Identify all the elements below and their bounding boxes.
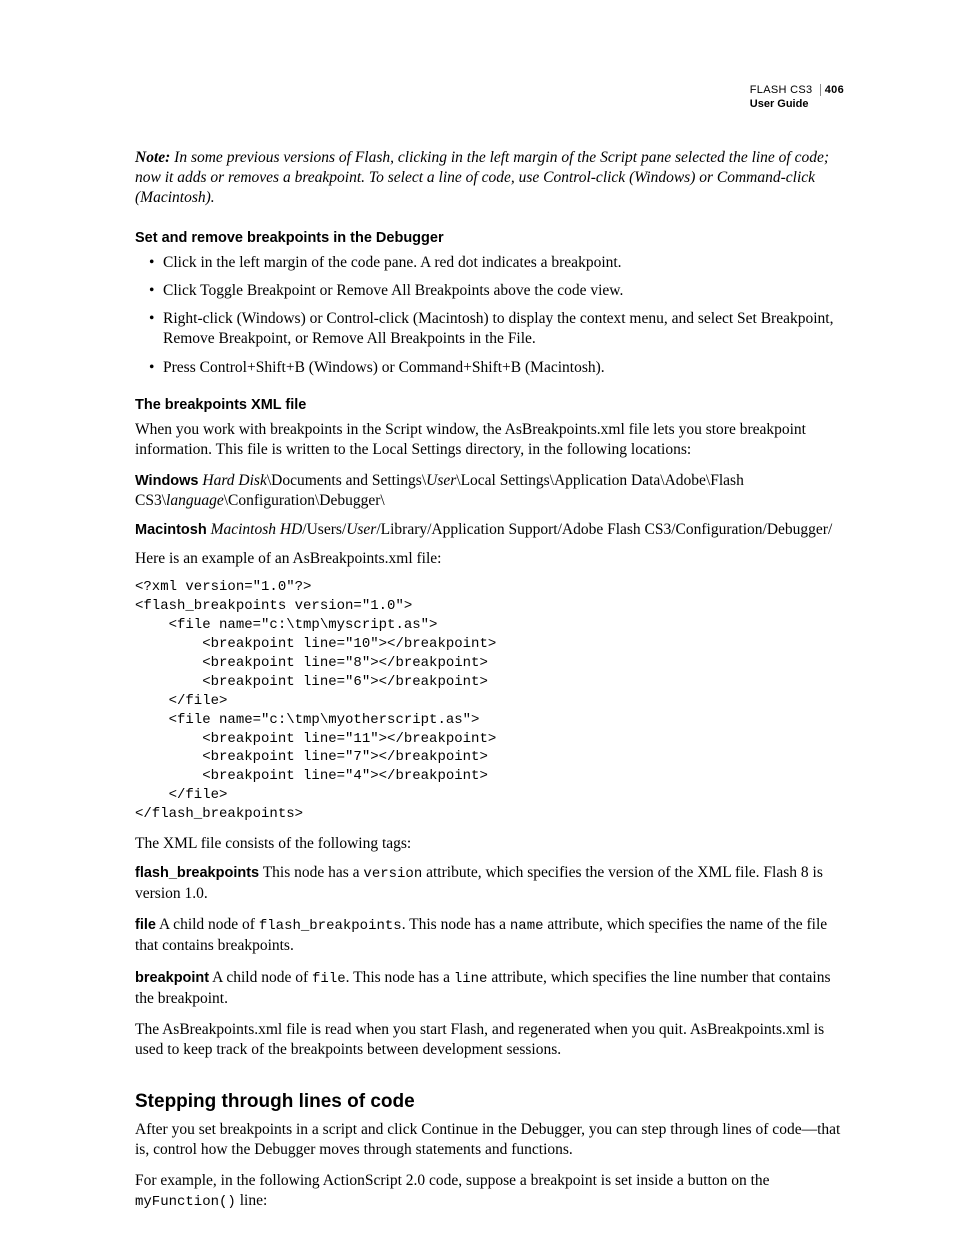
user-placeholder: User [346,521,376,538]
stepping-example: For example, in the following ActionScri… [135,1171,844,1212]
text: . This node has a [402,916,510,933]
example-intro: Here is an example of an AsBreakpoints.x… [135,549,844,569]
product-name: FLASH CS3 [750,84,813,96]
guide-label: User Guide [750,98,844,112]
text: . This node has a [346,969,454,986]
text: A child node of [209,969,312,986]
code-inline: name [510,918,544,934]
term: file [135,917,156,933]
code-inline: file [312,971,346,987]
page-header: FLASH CS3 406 User Guide [750,84,844,112]
path-text: /Users/ [302,521,346,538]
stepping-intro: After you set breakpoints in a script an… [135,1120,844,1160]
consists-text: The XML file consists of the following t… [135,834,844,854]
list-item: Click Toggle Breakpoint or Remove All Br… [149,281,844,301]
term: breakpoint [135,970,209,986]
code-inline: myFunction() [135,1194,236,1210]
code-block: <?xml version="1.0"?> <flash_breakpoints… [135,578,844,824]
note-text: In some previous versions of Flash, clic… [135,149,829,206]
note-paragraph: Note: In some previous versions of Flash… [135,148,844,207]
page-number: 406 [820,84,844,96]
list-item: Right-click (Windows) or Control-click (… [149,309,844,349]
heading-set-remove: Set and remove breakpoints in the Debugg… [135,229,844,248]
path-text: \Configuration\Debugger\ [224,492,385,509]
read-regenerate: The AsBreakpoints.xml file is read when … [135,1020,844,1060]
bullet-list: Click in the left margin of the code pan… [135,253,844,378]
xml-intro: When you work with breakpoints in the Sc… [135,420,844,460]
language-placeholder: language [166,492,224,509]
list-item: Click in the left margin of the code pan… [149,253,844,273]
windows-label: Windows [135,473,199,489]
macintosh-label: Macintosh [135,522,207,538]
page-content: Note: In some previous versions of Flash… [135,86,844,1212]
heading-xml-file: The breakpoints XML file [135,396,844,415]
code-inline: version [363,866,422,882]
path-text: \Documents and Settings\ [267,472,426,489]
text: A child node of [156,916,259,933]
user-placeholder: User [426,472,456,489]
text: line: [236,1192,267,1209]
code-inline: line [454,971,488,987]
note-label: Note: [135,149,170,166]
file-node-desc: file A child node of flash_breakpoints. … [135,915,844,956]
text: For example, in the following ActionScri… [135,1172,770,1189]
heading-stepping: Stepping through lines of code [135,1090,844,1114]
text: This node has a [259,864,363,881]
term: flash_breakpoints [135,865,259,881]
code-inline: flash_breakpoints [259,918,402,934]
path-text: /Library/Application Support/Adobe Flash… [376,521,832,538]
mac-hd: Macintosh HD [211,521,303,538]
flash-breakpoints-desc: flash_breakpoints This node has a versio… [135,863,844,904]
breakpoint-node-desc: breakpoint A child node of file. This no… [135,968,844,1009]
hard-disk: Hard Disk [202,472,266,489]
list-item: Press Control+Shift+B (Windows) or Comma… [149,358,844,378]
macintosh-path: Macintosh Macintosh HD/Users/User/Librar… [135,520,844,540]
windows-path: Windows Hard Disk\Documents and Settings… [135,471,844,511]
